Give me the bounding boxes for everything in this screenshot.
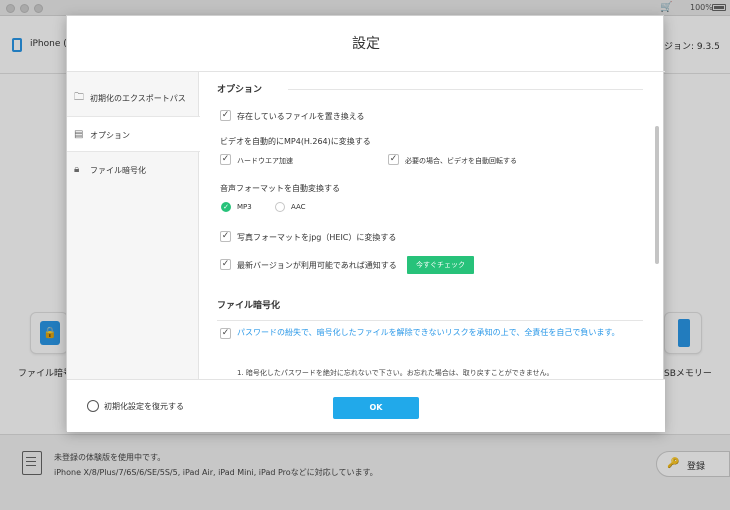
options-section-title: オプション — [217, 85, 263, 95]
sidebar-item-label: 初期化のエクスポートパス — [90, 94, 186, 103]
encryption-agreement-checkbox[interactable]: ✓ — [220, 328, 231, 339]
encryption-note-1: 1. 暗号化したパスワードを絶対に忘れないで下さい。お忘れた場合は、取り戻すこと… — [237, 369, 554, 377]
hardware-accel-checkbox[interactable]: ✓ — [220, 154, 231, 165]
sidebar-item-options[interactable]: ▤ オプション — [67, 116, 200, 152]
photo-convert-label: 写真フォーマットをjpg（HEIC）に変換する — [237, 233, 397, 242]
lock-icon: 🔒︎ — [74, 164, 80, 175]
overwrite-files-label: 存在しているファイルを置き換える — [237, 112, 365, 121]
auto-rotate-label: 必要の場合、ビデオを自動回転する — [405, 157, 517, 165]
sidebar-item-label: オプション — [90, 131, 130, 140]
settings-content: オプション ✓ 存在しているファイルを置き換える ビデオを自動的にMP4(H.2… — [200, 72, 665, 379]
overwrite-files-checkbox[interactable]: ✓ — [220, 110, 231, 121]
sidebar-item-file-encryption[interactable]: 🔒︎ ファイル暗号化 — [67, 152, 199, 188]
audio-aac-radio[interactable] — [275, 202, 285, 212]
photo-convert-checkbox[interactable]: ✓ — [220, 231, 231, 242]
encryption-agreement-text: パスワードの紛失で、暗号化したファイルを解除できないリスクを承知の上で、全責任を… — [237, 328, 620, 337]
folder-icon: 🗀 — [74, 92, 84, 103]
restore-defaults-link[interactable]: 初期化設定を復元する — [104, 401, 184, 412]
sidebar-item-export-path[interactable]: 🗀 初期化のエクスポートパス — [67, 80, 199, 116]
audio-format-heading: 音声フォーマットを自動変換する — [220, 184, 340, 193]
ok-button[interactable]: OK — [333, 397, 419, 419]
check-now-button[interactable]: 今すぐチェック — [407, 256, 474, 274]
content-scrollbar[interactable] — [655, 126, 659, 264]
settings-dialog: 設定 🗀 初期化のエクスポートパス ▤ オプション 🔒︎ ファイル暗号化 オプシ… — [66, 15, 665, 432]
section-divider — [288, 89, 643, 90]
audio-mp3-label: MP3 — [237, 203, 252, 211]
sidebar-item-label: ファイル暗号化 — [90, 166, 146, 175]
audio-aac-label: AAC — [291, 203, 306, 211]
dialog-footer: 初期化設定を復元する OK — [67, 379, 665, 432]
notify-update-label: 最新バージョンが利用可能であれば通知する — [237, 261, 397, 270]
doc-options-icon: ▤ — [74, 129, 84, 140]
audio-mp3-radio[interactable]: ✓ — [221, 202, 231, 212]
notify-update-checkbox[interactable]: ✓ — [220, 259, 231, 270]
settings-sidebar: 🗀 初期化のエクスポートパス ▤ オプション 🔒︎ ファイル暗号化 — [67, 72, 200, 379]
encryption-section-title: ファイル暗号化 — [217, 301, 281, 311]
restore-defaults-icon[interactable] — [87, 400, 99, 412]
video-convert-heading: ビデオを自動的にMP4(H.264)に変換する — [220, 137, 371, 146]
dialog-title: 設定 — [67, 16, 665, 72]
section-divider — [217, 320, 643, 321]
auto-rotate-checkbox[interactable]: ✓ — [388, 154, 399, 165]
hardware-accel-label: ハードウエア加速 — [237, 157, 293, 165]
